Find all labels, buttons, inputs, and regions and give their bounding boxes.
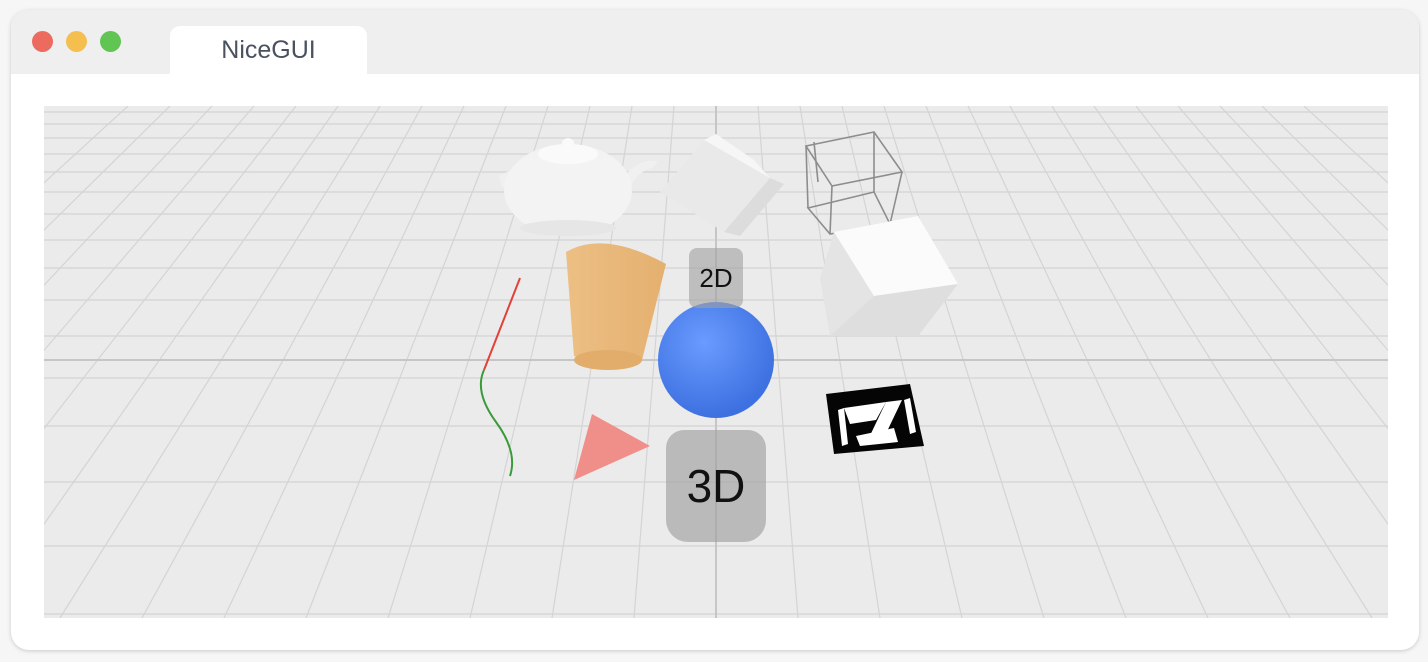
browser-window: NiceGUI 2D 3D bbox=[11, 10, 1419, 650]
label-2d-text: 2D bbox=[699, 262, 733, 293]
teapot-object bbox=[499, 138, 658, 236]
label-3d-text: 3D bbox=[686, 460, 746, 512]
sphere-object bbox=[658, 302, 774, 418]
cylinder-object bbox=[566, 243, 666, 370]
close-window-button[interactable] bbox=[32, 31, 53, 52]
tab-nicegui[interactable]: NiceGUI bbox=[170, 26, 367, 74]
cube-object bbox=[660, 134, 784, 236]
triangle-object bbox=[574, 414, 650, 480]
wireframe-box-object bbox=[804, 131, 904, 235]
label-3d: 3D bbox=[666, 430, 766, 542]
title-bar: NiceGUI bbox=[11, 10, 1419, 74]
label-2d: 2D bbox=[689, 248, 743, 308]
zoom-window-button[interactable] bbox=[100, 31, 121, 52]
white-box-object bbox=[820, 216, 958, 336]
minimize-window-button[interactable] bbox=[66, 31, 87, 52]
curve-object bbox=[480, 277, 521, 477]
zauberzeug-logo-object bbox=[826, 384, 924, 454]
scene-3d-canvas[interactable]: 2D 3D bbox=[44, 106, 1388, 618]
tab-title: NiceGUI bbox=[221, 35, 316, 64]
